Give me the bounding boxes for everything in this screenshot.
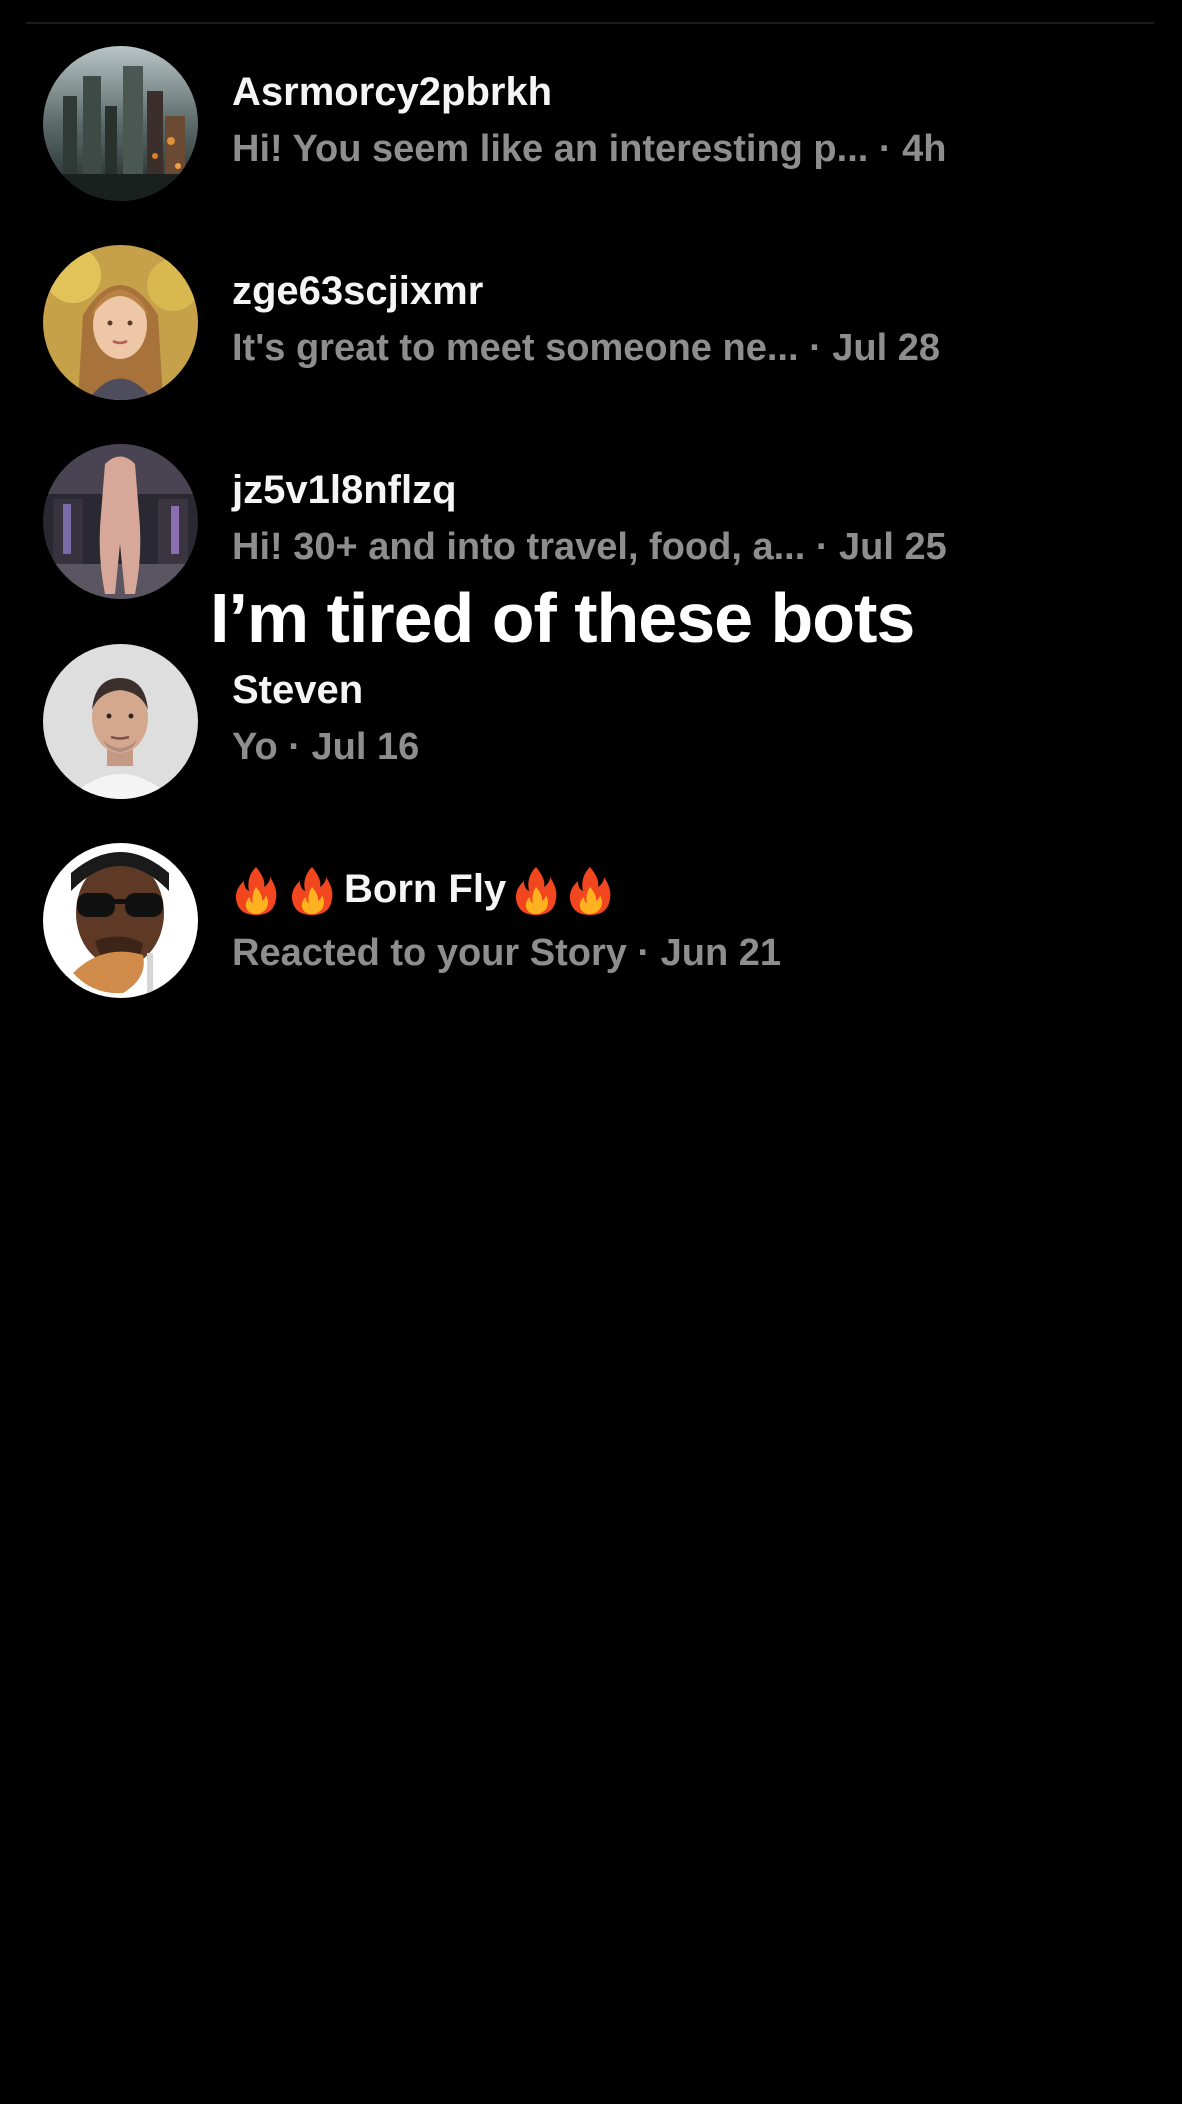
message-time: Jul 25: [839, 526, 947, 568]
separator-dot: ·: [626, 932, 661, 974]
sunglasses-man-avatar[interactable]: [43, 843, 198, 998]
thread-username: jz5v1l8nflzq: [232, 468, 457, 512]
thread-preview: Reacted to your Story · Jun 21: [232, 930, 1132, 976]
thread-row[interactable]: Steven Yo · Jul 16: [0, 636, 1182, 806]
thread-preview: Hi! 30+ and into travel, food, a... · Ju…: [232, 524, 1132, 570]
thread-preview: It's great to meet someone ne... · Jul 2…: [232, 325, 1132, 371]
message-snippet: Hi! 30+ and into travel, food, a...: [232, 526, 806, 568]
message-snippet: Reacted to your Story: [232, 932, 627, 974]
message-time: Jul 16: [311, 726, 420, 768]
woman-portrait-avatar[interactable]: [43, 245, 198, 400]
fire-icon: [570, 867, 611, 915]
message-time: 4h: [902, 128, 947, 170]
separator-dot: ·: [798, 327, 833, 369]
thread-username: Steven: [232, 668, 364, 712]
thread-username-text: Born Fly: [344, 867, 507, 911]
man-portrait-avatar[interactable]: [43, 644, 198, 799]
thread-preview: Yo · Jul 16: [232, 724, 1132, 770]
thread-preview: Hi! You seem like an interesting p... · …: [232, 126, 1132, 172]
fire-icon: [516, 867, 557, 915]
thread-row[interactable]: Born Fly Reacted to your Story · Jun 21: [0, 835, 1182, 1005]
message-snippet: Hi! You seem like an interesting p...: [232, 128, 869, 170]
thread-username: Born Fly: [232, 865, 1132, 920]
fitness-photo-avatar[interactable]: [43, 444, 198, 599]
overlay-caption: I’m tired of these bots: [210, 579, 915, 657]
message-snippet: It's great to meet someone ne...: [232, 327, 799, 369]
separator-dot: ·: [805, 526, 840, 568]
thread-row[interactable]: zge63scjixmr It's great to meet someone …: [0, 237, 1182, 407]
message-snippet: Yo: [232, 726, 278, 768]
top-divider: [26, 22, 1154, 24]
thread-username: zge63scjixmr: [232, 269, 484, 313]
fire-icon: [291, 867, 333, 915]
city-skyline-avatar[interactable]: [43, 46, 198, 201]
thread-row[interactable]: Asrmorcy2pbrkh Hi! You seem like an inte…: [0, 38, 1182, 208]
thread-username: Asrmorcy2pbrkh: [232, 70, 553, 114]
separator-dot: ·: [277, 726, 312, 768]
fire-icon: [235, 867, 277, 915]
message-time: Jun 21: [660, 932, 782, 974]
message-time: Jul 28: [832, 327, 941, 369]
separator-dot: ·: [868, 128, 903, 170]
